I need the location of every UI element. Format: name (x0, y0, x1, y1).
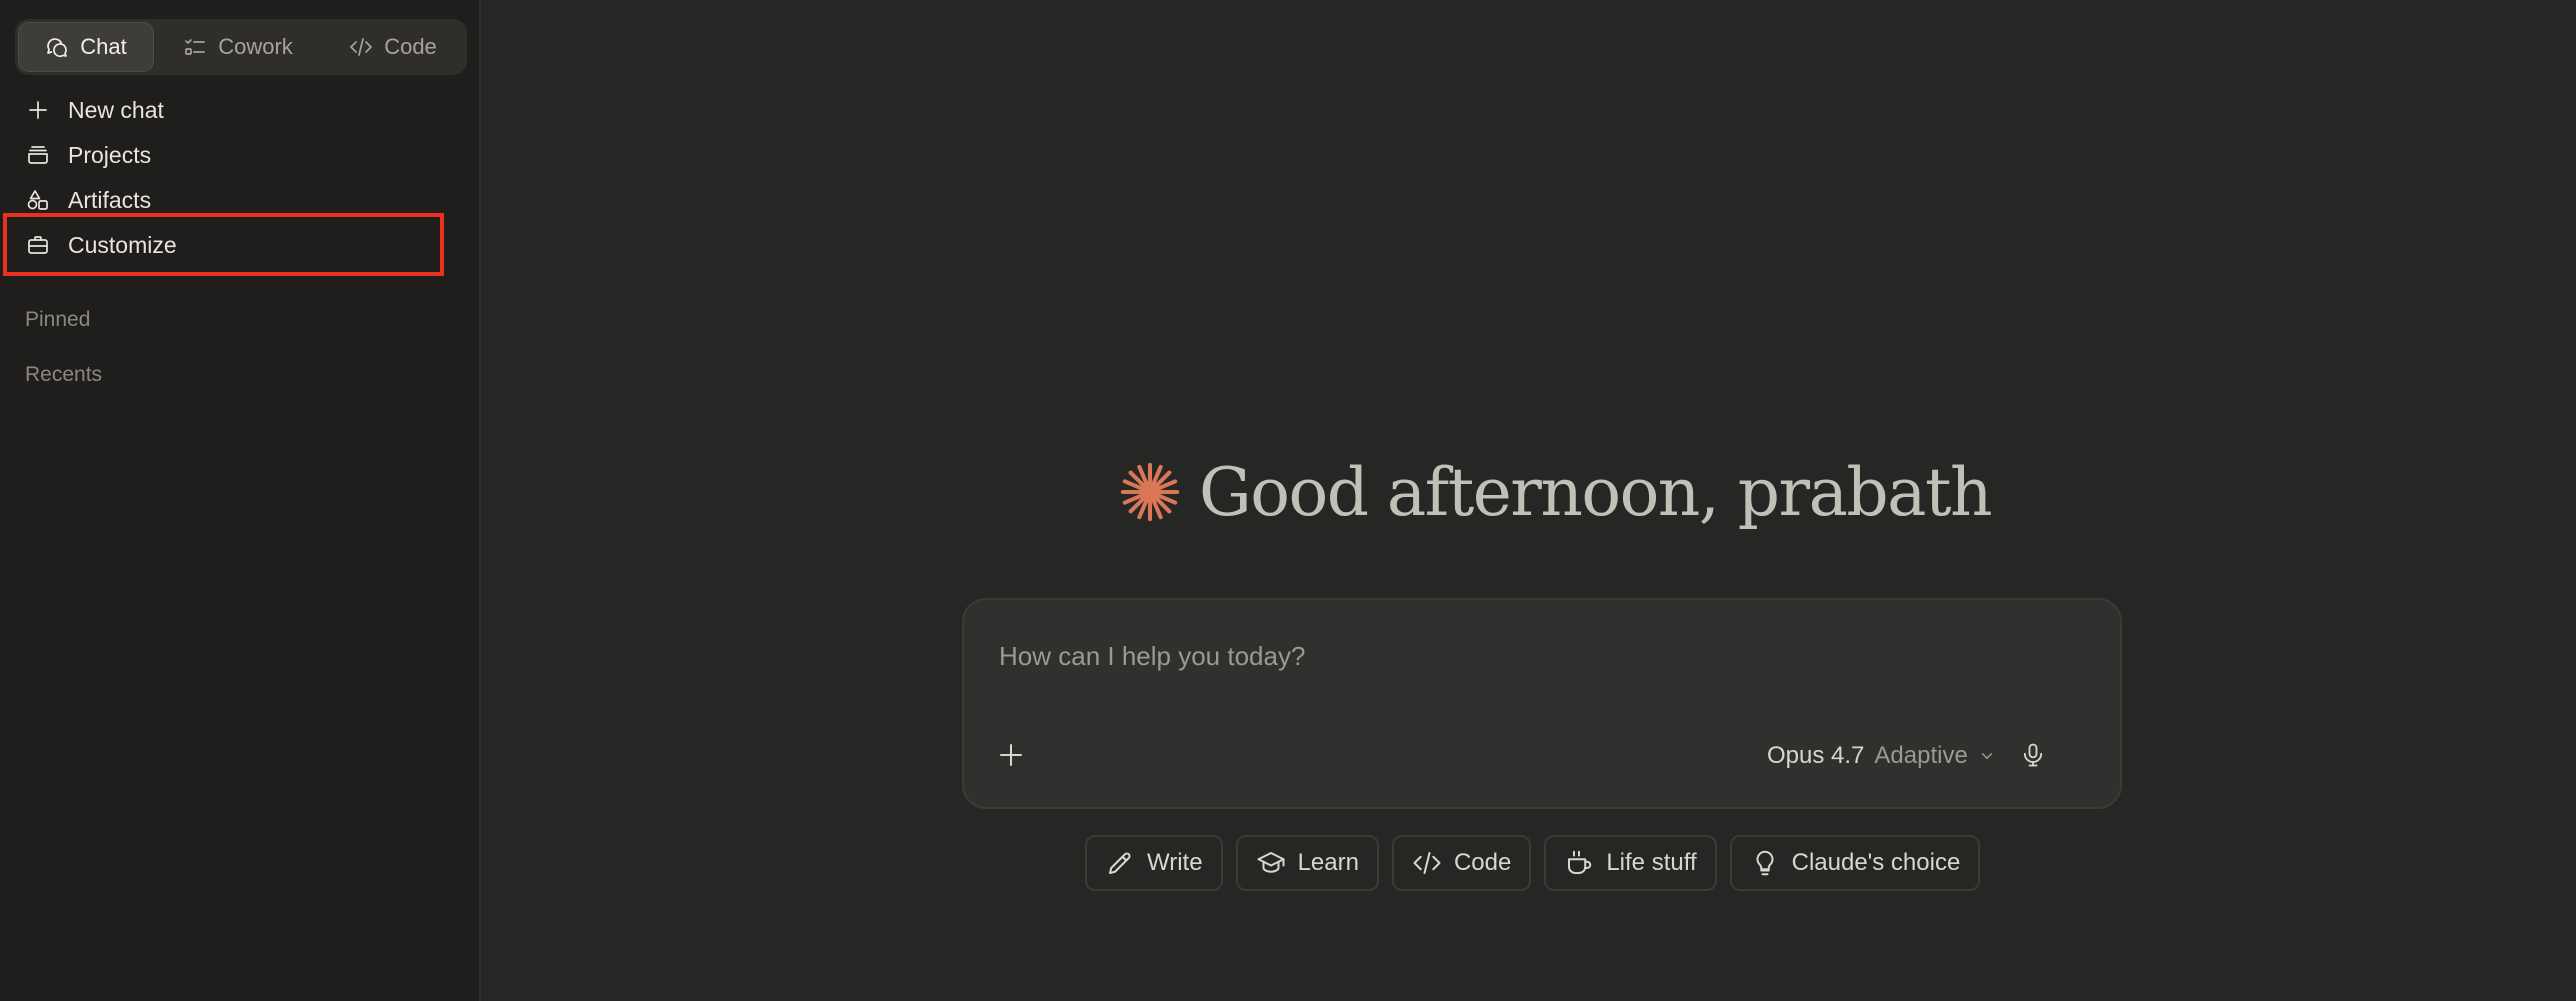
mode-switcher: Chat Cowork Code (15, 19, 467, 75)
sidebar-item-label: New chat (68, 96, 164, 123)
sidebar-item-artifacts[interactable]: Artifacts (12, 178, 469, 222)
coffee-cup-icon (1568, 850, 1592, 874)
code-brackets-icon (350, 38, 373, 56)
sidebar-item-label: Artifacts (68, 186, 152, 213)
microphone-icon (2023, 743, 2043, 767)
code-icon (1413, 852, 1441, 874)
plus-icon (1000, 744, 1022, 766)
chip-write[interactable]: Write (1085, 835, 1223, 891)
shapes-icon (27, 190, 48, 210)
pinned-section-label: Pinned (25, 308, 91, 331)
composer: Opus 4.7 Adaptive (962, 598, 2122, 809)
pencil-icon (1109, 852, 1131, 874)
lightbulb-icon (1756, 850, 1774, 876)
chip-label: Claude's choice (1791, 849, 1961, 876)
model-mode: Adaptive (1874, 742, 1968, 769)
tab-code-label: Code (384, 34, 437, 59)
add-attachment-button[interactable] (986, 730, 1036, 780)
greeting-text: Good afternoon, prabath (1199, 453, 1993, 531)
chip-learn[interactable]: Learn (1235, 835, 1379, 891)
plus-icon (29, 101, 47, 119)
sidebar-nav: New chat Projects Artifacts Customize (0, 88, 481, 268)
suggestion-chips: Write Learn Code Life stuff Claude's cho… (1085, 835, 1981, 891)
chip-label: Learn (1297, 849, 1359, 876)
tab-cowork[interactable]: Cowork (154, 22, 322, 72)
graduation-cap-icon (1257, 852, 1285, 873)
model-name: Opus 4.7 (1767, 742, 1865, 769)
recents-section-label: Recents (25, 363, 103, 386)
app-window: Chat Cowork Code New chat Projects Artif… (0, 0, 2576, 1001)
chip-code[interactable]: Code (1391, 835, 1532, 891)
chat-bubbles-icon (47, 38, 68, 58)
tab-code[interactable]: Code (322, 22, 464, 72)
sidebar-item-customize[interactable]: Customize (12, 223, 469, 267)
chip-life-stuff[interactable]: Life stuff (1544, 835, 1717, 891)
sidebar-item-label: Projects (68, 141, 152, 168)
chip-label: Code (1453, 849, 1512, 876)
sidebar-item-label: Customize (68, 231, 177, 258)
tab-chat-label: Chat (80, 34, 127, 59)
prompt-input[interactable] (999, 636, 2079, 676)
chip-label: Write (1147, 849, 1203, 876)
microphone-button[interactable] (2008, 730, 2058, 780)
sidebar-item-new-chat[interactable]: New chat (12, 88, 469, 132)
folder-stack-icon (28, 146, 48, 164)
sidebar-item-projects[interactable]: Projects (12, 133, 469, 177)
briefcase-icon (28, 236, 48, 254)
sidebar: Chat Cowork Code New chat Projects Artif… (0, 0, 481, 1001)
chip-claudes-choice[interactable]: Claude's choice (1729, 835, 1981, 891)
checklist-icon (185, 39, 206, 55)
chevron-down-icon (1981, 753, 1993, 759)
chip-label: Life stuff (1606, 849, 1697, 876)
greeting: Good afternoon, prabath (1119, 447, 1993, 537)
model-selector[interactable]: Opus 4.7 Adaptive (1767, 734, 1996, 778)
tab-cowork-label: Cowork (218, 34, 293, 59)
tab-chat[interactable]: Chat (18, 22, 154, 72)
main-area: Good afternoon, prabath Opus 4.7 Adaptiv… (481, 0, 2576, 1001)
claude-spark-icon (1119, 461, 1181, 523)
